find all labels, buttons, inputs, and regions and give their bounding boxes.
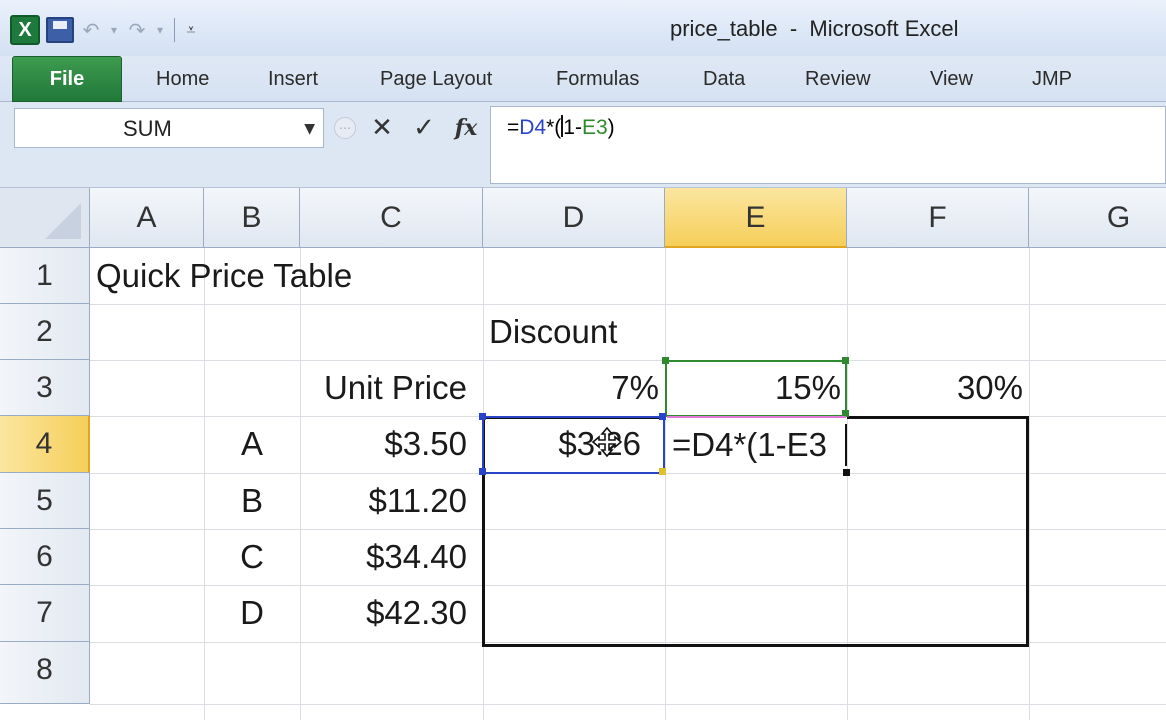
editor-operator: *(1- [733, 426, 787, 463]
column-header-e[interactable]: E [665, 188, 847, 248]
row-header-7[interactable]: 7 [0, 585, 90, 642]
row-header-1[interactable]: 1 [0, 248, 90, 304]
worksheet-grid[interactable]: A B C D E F G 1 2 3 4 5 6 7 8 Quick Pric… [0, 188, 1166, 720]
move-cursor-icon [591, 426, 623, 458]
reference-highlight-e3 [665, 360, 847, 417]
quick-access-toolbar: X ↶ ▾ ↷ ▾ ⩡ [10, 12, 199, 48]
customize-toolbar-icon[interactable]: ⩡ [183, 17, 199, 43]
insert-function-icon[interactable]: fx [450, 112, 482, 144]
column-header-c[interactable]: C [300, 188, 483, 248]
cell-e4-editor[interactable]: =D4*(1-E3 [666, 417, 847, 473]
tab-data[interactable]: Data [703, 64, 745, 94]
reference-handle[interactable] [479, 468, 486, 475]
undo-icon[interactable]: ↶ [80, 17, 102, 43]
tab-file[interactable]: File [12, 56, 122, 102]
row-header-2[interactable]: 2 [0, 304, 90, 360]
ribbon-tabs: File Home Insert Page Layout Formulas Da… [0, 56, 1166, 102]
row-header-3[interactable]: 3 [0, 360, 90, 416]
row-header-8[interactable]: 8 [0, 642, 90, 704]
gridline [90, 704, 1166, 705]
formula-input[interactable]: =D4*(1-E3) [490, 106, 1166, 184]
cell-c7[interactable]: $42.30 [300, 585, 473, 641]
reference-handle[interactable] [659, 413, 666, 420]
select-all-triangle-icon [45, 203, 81, 239]
redo-dropdown-icon[interactable]: ▾ [154, 17, 166, 43]
cell-b7[interactable]: D [204, 585, 300, 641]
select-all-button[interactable] [0, 188, 90, 248]
chevron-down-icon[interactable]: ▼ [304, 117, 315, 141]
reference-highlight-d4 [482, 416, 665, 474]
cell-b6[interactable]: C [204, 529, 300, 585]
tab-formulas[interactable]: Formulas [556, 64, 639, 94]
tab-view[interactable]: View [930, 64, 973, 94]
row-header-5[interactable]: 5 [0, 473, 90, 529]
cell-d3[interactable]: 7% [483, 360, 665, 416]
reference-handle[interactable] [659, 468, 666, 475]
formula-operator: *( [546, 116, 562, 139]
name-box[interactable]: SUM ▼ [14, 108, 324, 148]
editor-caret [845, 424, 847, 466]
tab-review[interactable]: Review [805, 64, 871, 94]
editor-top-accent [667, 416, 846, 418]
formula-prefix: = [507, 116, 520, 139]
formula-buttons: ⋯ ✕ ✓ fx [326, 108, 490, 148]
save-icon[interactable] [46, 17, 74, 43]
tab-insert[interactable]: Insert [268, 64, 318, 94]
editor-ref-d4: D4 [691, 426, 734, 463]
column-header-d[interactable]: D [483, 188, 665, 248]
name-box-value: SUM [123, 116, 172, 141]
reference-handle[interactable] [662, 357, 669, 364]
cell-d2[interactable]: Discount [483, 304, 665, 360]
row-header-6[interactable]: 6 [0, 529, 90, 585]
title-bar: X ↶ ▾ ↷ ▾ ⩡ price_table - Microsoft Exce… [0, 0, 1166, 56]
tab-page-layout[interactable]: Page Layout [380, 64, 492, 94]
excel-logo-icon[interactable]: X [10, 15, 40, 45]
row-header-4[interactable]: 4 [0, 416, 90, 473]
cell-c4[interactable]: $3.50 [300, 416, 473, 472]
cell-f3[interactable]: 30% [847, 360, 1029, 416]
formula-constant: 1- [563, 116, 582, 139]
cancel-icon[interactable]: ✕ [366, 112, 398, 144]
reference-handle[interactable] [842, 357, 849, 364]
tab-jmp[interactable]: JMP [1032, 64, 1072, 94]
cell-b5[interactable]: B [204, 473, 300, 529]
column-header-g[interactable]: G [1029, 188, 1166, 248]
column-header-f[interactable]: F [847, 188, 1029, 248]
cell-b4[interactable]: A [204, 416, 300, 472]
formula-bar-area: SUM ▼ ⋯ ✕ ✓ fx =D4*(1-E3) [0, 102, 1166, 188]
reference-handle[interactable] [479, 413, 486, 420]
window-title: price_table - Microsoft Excel [670, 16, 959, 41]
formula-ref-e3: E3 [581, 116, 608, 139]
toolbar-separator [174, 18, 175, 42]
formula-ref-d4: D4 [519, 116, 547, 139]
undo-dropdown-icon[interactable]: ▾ [108, 17, 120, 43]
enter-icon[interactable]: ✓ [408, 112, 440, 144]
editor-ref-e3: E3 [786, 426, 828, 463]
column-header-a[interactable]: A [90, 188, 204, 248]
resize-handle-icon[interactable]: ⋯ [334, 117, 356, 139]
fill-handle[interactable] [843, 469, 850, 476]
cell-a1[interactable]: Quick Price Table [90, 248, 510, 304]
tab-home[interactable]: Home [156, 64, 209, 94]
formula-suffix: ) [607, 116, 615, 139]
cell-c3[interactable]: Unit Price [300, 360, 473, 416]
redo-icon[interactable]: ↷ [126, 17, 148, 43]
editor-prefix: = [672, 426, 692, 463]
cell-c5[interactable]: $11.20 [300, 473, 473, 529]
column-header-b[interactable]: B [204, 188, 300, 248]
cell-c6[interactable]: $34.40 [300, 529, 473, 585]
gridline [1029, 248, 1030, 720]
